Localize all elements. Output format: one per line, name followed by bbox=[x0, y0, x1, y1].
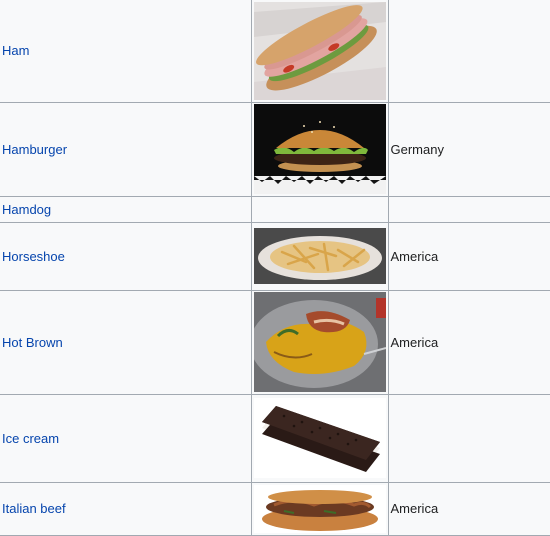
image-cell bbox=[250, 393, 389, 483]
table-row: Ice cream bbox=[0, 393, 550, 483]
image-cell bbox=[250, 101, 389, 197]
italian-beef-image[interactable] bbox=[253, 484, 386, 533]
ice-cream-sandwich-image[interactable] bbox=[253, 398, 386, 478]
hamburger-image[interactable] bbox=[253, 104, 386, 194]
horseshoe-image[interactable] bbox=[253, 228, 386, 284]
name-cell: Hot Brown bbox=[0, 289, 252, 395]
image-cell bbox=[250, 195, 389, 223]
name-cell: Hamdog bbox=[0, 195, 252, 223]
dish-link-horseshoe[interactable]: Horseshoe bbox=[2, 249, 65, 264]
image-cell bbox=[250, 481, 389, 536]
name-cell: Ham bbox=[0, 0, 252, 103]
table-row: Hot Brown America bbox=[0, 289, 550, 395]
name-cell: Hamburger bbox=[0, 101, 252, 197]
ham-sandwich-image[interactable] bbox=[253, 1, 386, 100]
dish-link-ice-cream[interactable]: Ice cream bbox=[2, 431, 59, 446]
table-row: Italian beef America bbox=[0, 481, 550, 536]
image-cell bbox=[250, 0, 389, 103]
origin-cell: America bbox=[387, 221, 550, 291]
origin-cell: America bbox=[387, 481, 550, 536]
dish-link-italian-beef[interactable]: Italian beef bbox=[2, 501, 66, 516]
origin-cell: America bbox=[387, 289, 550, 395]
dish-link-ham[interactable]: Ham bbox=[2, 43, 29, 58]
name-cell: Horseshoe bbox=[0, 221, 252, 291]
dish-link-hamdog[interactable]: Hamdog bbox=[2, 202, 51, 217]
table-row: Hamdog bbox=[0, 195, 550, 223]
origin-cell bbox=[387, 393, 550, 483]
image-cell bbox=[250, 289, 389, 395]
name-cell: Italian beef bbox=[0, 481, 252, 536]
image-cell bbox=[250, 221, 389, 291]
origin-cell: Germany bbox=[387, 101, 550, 197]
dish-link-hamburger[interactable]: Hamburger bbox=[2, 142, 67, 157]
hot-brown-image[interactable] bbox=[253, 292, 386, 392]
table-row: Ham bbox=[0, 0, 550, 103]
table-row: Hamburger Germany bbox=[0, 101, 550, 197]
origin-cell bbox=[387, 195, 550, 223]
name-cell: Ice cream bbox=[0, 393, 252, 483]
sandwich-table: Ham Hamburger Germany Hamdog Horseshoe A… bbox=[0, 0, 550, 536]
dish-link-hot-brown[interactable]: Hot Brown bbox=[2, 335, 63, 350]
origin-cell bbox=[387, 0, 550, 103]
table-row: Horseshoe America bbox=[0, 221, 550, 291]
